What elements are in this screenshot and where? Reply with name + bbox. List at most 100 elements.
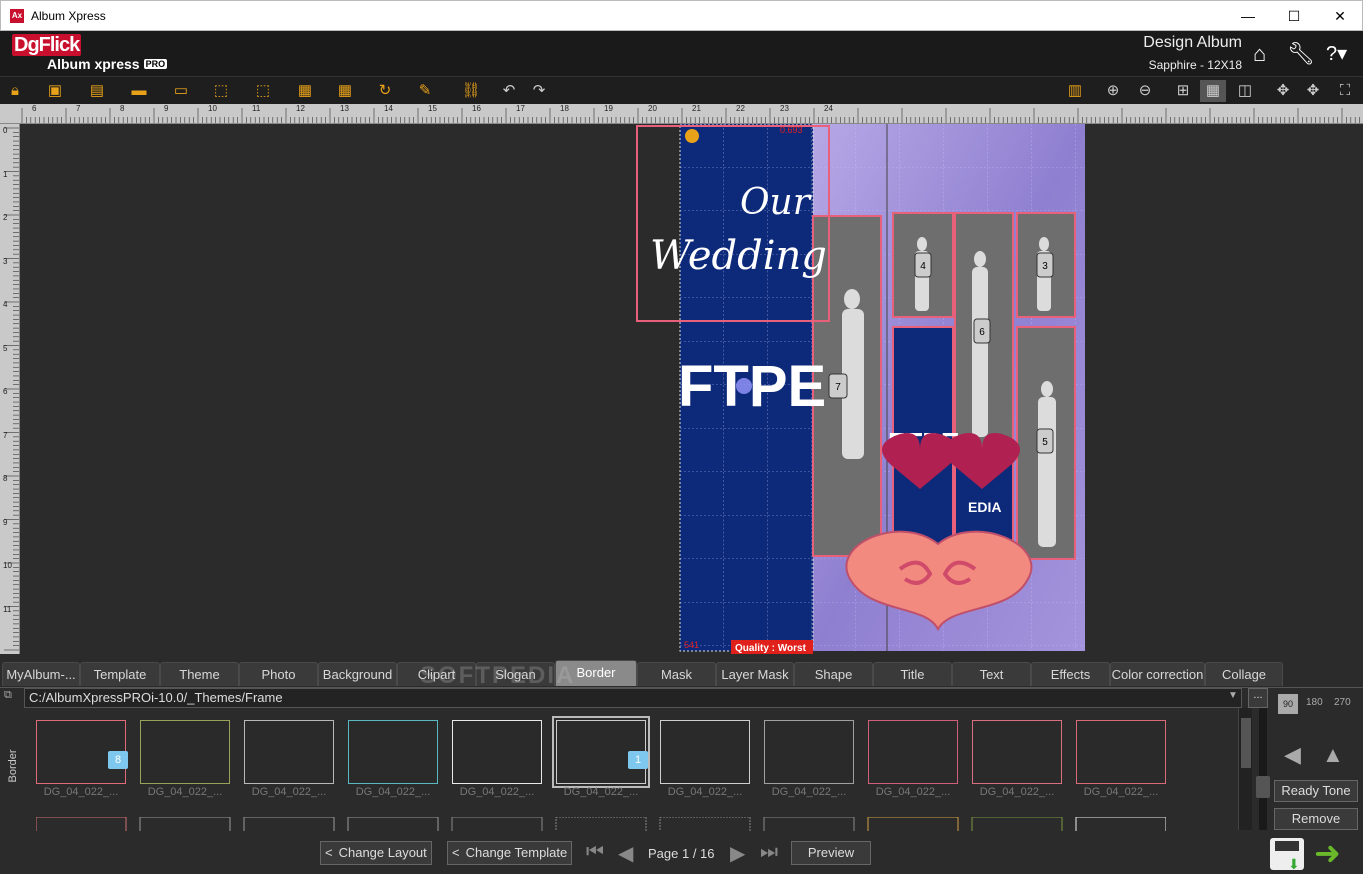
lock-icon[interactable]: 🔒︎ [2,80,28,102]
ruler-label: 15 [428,104,437,113]
softpedia-watermark: SOFTPEDIA [420,662,576,689]
tab-photo[interactable]: Photo [239,662,318,686]
first-page-icon[interactable]: ⏮ [586,841,604,864]
zoom-in-icon[interactable]: ⊕ [1100,80,1126,102]
align-left-icon[interactable]: ▬ [126,80,152,102]
path-dropdown-icon[interactable]: ▼ [1228,690,1238,701]
border-thumbnail[interactable] [348,720,438,784]
change-template-button[interactable]: < Change Template [447,841,573,865]
thumbnail-label: DG_04_022_... [43,786,119,798]
border-thumbnail[interactable] [140,720,230,784]
move-icon[interactable]: ✥ [1270,80,1296,102]
tab-myalbum[interactable]: MyAlbum-... [2,662,80,686]
tab-color-correction[interactable]: Color correction [1110,662,1205,686]
redo-icon[interactable]: ↷ [526,80,552,102]
change-layout-button[interactable]: < Change Layout [320,841,432,865]
border-thumbnail[interactable] [1076,720,1166,784]
help-icon[interactable]: ?▾ [1326,41,1347,66]
minimize-button[interactable]: — [1225,1,1271,31]
home-icon[interactable]: ⌂ [1253,41,1266,67]
link-icon[interactable]: ⛓ [458,80,484,102]
save-icon[interactable]: ⬇ [1270,838,1304,872]
border-thumbnail[interactable] [868,720,958,784]
tab-theme[interactable]: Theme [160,662,239,686]
ruler-label: 10 [3,561,12,570]
headline-script-2[interactable]: Wedding [650,233,827,279]
zoom-out-icon[interactable]: ⊖ [1132,80,1158,102]
close-button[interactable]: ✕ [1317,1,1363,31]
ruler-label: 7 [76,104,81,113]
border-thumbnail[interactable] [244,720,334,784]
album-page[interactable]: 7 4 6 3 5 FTPE FTPE EDIA Our Wedding 0.6… [20,124,1363,654]
tab-layer-mask[interactable]: Layer Mask [716,662,794,686]
ruler-label: 8 [3,474,8,483]
rotate-icon[interactable]: ↻ [372,80,398,102]
tab-effects[interactable]: Effects [1031,662,1110,686]
brush-icon[interactable]: ✎ [412,80,438,102]
info-marker-icon[interactable] [685,129,699,143]
next-step-arrow-icon[interactable]: ➜ [1314,836,1341,870]
undo-icon[interactable]: ↶ [496,80,522,102]
tab-strip: MyAlbum-... Template Theme Photo Background C… [0,660,1363,687]
toolbar: 🔒︎ ▣ ▤ ▬ ▭ ⬚ ⬚ ▦ ▦ ↻ ✎ ⛓ ↶ ↷ ▥ ⊕ ⊖ ⊞ ▦ ◫… [0,76,1363,104]
headline-script-1[interactable]: Our [740,182,812,223]
browse-button[interactable]: ... [1248,688,1268,708]
flip-horizontal-icon[interactable]: ◀ [1284,742,1301,768]
tab-title[interactable]: Title [873,662,952,686]
grid-layout-icon[interactable]: ▦ [292,80,318,102]
tab-text[interactable]: Text [952,662,1031,686]
thumbnail-scrollbar[interactable] [1238,708,1252,830]
fullscreen-icon[interactable]: ⛶ [1332,80,1358,102]
rotate-90-button[interactable]: 90 [1278,694,1298,714]
tile-icon[interactable]: ▦ [332,80,358,102]
spread-view-icon[interactable]: ◫ [1232,80,1258,102]
arrange-icon[interactable]: ▣ [42,80,68,102]
ruler-label: 0 [3,126,8,135]
thumbnail-row-2 [36,817,1166,831]
page-icon[interactable]: ▤ [84,80,110,102]
last-page-icon[interactable]: ⏭ [760,841,778,864]
panel-pin-icon[interactable]: ⧉ [4,689,12,702]
ruler-ticks [21,108,1360,123]
maximize-button[interactable]: ☐ [1271,1,1317,31]
alignment-tool-icon[interactable]: ▥ [1062,80,1088,102]
border-thumbnail[interactable] [452,720,542,784]
ready-tone-button[interactable]: Ready Tone [1274,780,1358,802]
slot-number: 6 [979,327,985,338]
folder-path-field[interactable]: C:/AlbumXpressPROi-10.0/_Themes/Frame [24,688,1242,708]
tab-background[interactable]: Background [318,662,397,686]
rotate-handle[interactable] [736,378,752,394]
distribute-icon[interactable]: ⬚ [208,80,234,102]
thumbnail-label: DG_04_022_... [875,786,951,798]
ruler-label: 5 [3,343,8,353]
remove-button[interactable]: Remove [1274,808,1358,830]
next-page-icon[interactable]: ▶ [730,841,745,866]
settings-wrench-icon[interactable]: 🔧︎ [1287,41,1315,67]
ruler-label: 10 [208,104,217,113]
corner-value: 541 [684,640,699,650]
tab-collage[interactable]: Collage [1205,662,1283,686]
ruler-label: 12 [296,104,305,113]
rotate-180-button[interactable]: 180 [1306,697,1323,708]
previous-page-icon[interactable]: ◀ [618,841,633,866]
tab-mask[interactable]: Mask [637,662,716,686]
fine-grid-icon[interactable]: ▦ [1200,80,1226,102]
flip-vertical-icon[interactable]: ▲ [1322,742,1344,768]
group-icon[interactable]: ⬚ [250,80,276,102]
rotate-270-button[interactable]: 270 [1334,697,1351,708]
preview-button[interactable]: Preview [791,841,871,865]
border-thumbnail[interactable] [660,720,750,784]
zoom-slider-track[interactable] [1256,708,1270,830]
grid-toggle-icon[interactable]: ⊞ [1170,80,1196,102]
tab-shape[interactable]: Shape [794,662,873,686]
design-canvas[interactable]: 7 4 6 3 5 FTPE FTPE EDIA Our Wedding 0.6… [20,124,1363,654]
zoom-slider-thumb[interactable] [1256,776,1270,798]
fit-icon[interactable]: ✥ [1300,80,1326,102]
tab-template[interactable]: Template [80,662,160,686]
ruler-label: 13 [340,104,349,113]
border-thumbnail[interactable] [764,720,854,784]
align-center-icon[interactable]: ▭ [168,80,194,102]
quality-label: Quality : Worst [735,643,807,654]
ruler-label: 6 [3,387,8,396]
border-thumbnail[interactable] [972,720,1062,784]
